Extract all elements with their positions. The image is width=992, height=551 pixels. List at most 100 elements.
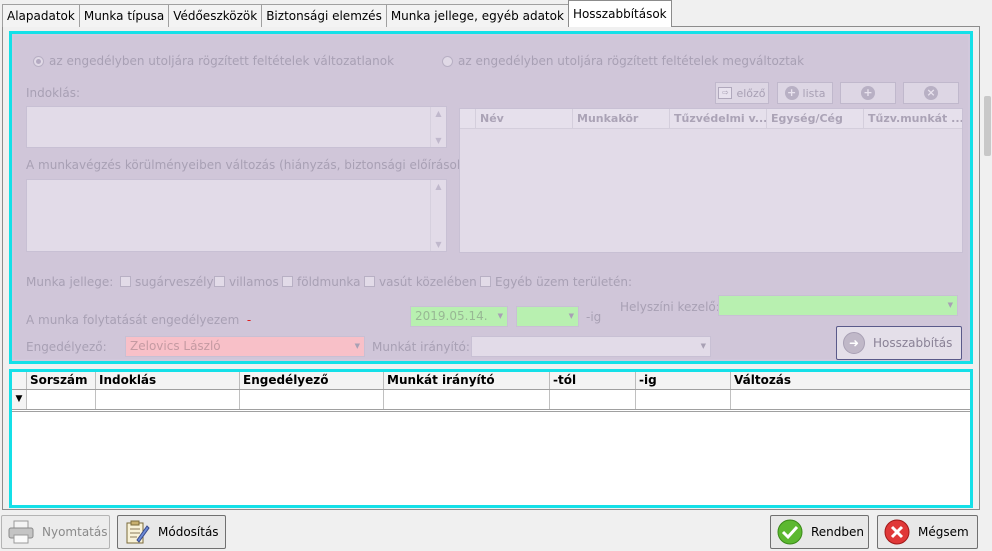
indoklas-textarea[interactable]: ▲ ▼ xyxy=(26,106,447,148)
filter-cell[interactable] xyxy=(550,390,636,409)
extensions-table-panel: Sorszám Indoklás Engedélyező Munkát irán… xyxy=(9,369,973,508)
list-button[interactable]: + lista xyxy=(777,82,833,104)
tab-strip: Alapadatok Munka típusa Védőeszközök Biz… xyxy=(0,0,992,27)
printer-icon xyxy=(8,519,34,545)
dropdown-arrow-icon[interactable]: ▼ xyxy=(701,337,706,356)
tab-hosszabbitasok[interactable]: Hosszabbítások xyxy=(567,0,672,27)
vertical-scrollbar[interactable] xyxy=(983,0,992,551)
wt-villamos[interactable]: villamos xyxy=(214,275,279,289)
helyszini-label: Helyszíni kezelő: xyxy=(620,300,720,314)
valtozas-scrollbar[interactable]: ▲ ▼ xyxy=(430,180,446,251)
filter-row[interactable]: ▼ xyxy=(12,390,970,412)
checkmark-icon xyxy=(777,519,803,545)
radio-unchanged-label: az engedélyben utoljára rögzített feltét… xyxy=(49,54,395,68)
cancel-icon xyxy=(884,519,910,545)
clipboard-edit-icon xyxy=(124,519,150,545)
tab-alapadatok[interactable]: Alapadatok xyxy=(2,4,80,27)
cancel-label: Mégsem xyxy=(918,525,969,539)
col-iranyito[interactable]: Munkát irányító xyxy=(384,372,550,389)
filter-cell[interactable] xyxy=(636,390,731,409)
print-label: Nyomtatás xyxy=(42,525,108,539)
extend-button[interactable]: ➜ Hosszabbítás xyxy=(836,326,962,360)
valtozas-label: A munkavégzés körülményeiben változás (h… xyxy=(26,158,473,172)
valtozas-textarea[interactable]: ▲ ▼ xyxy=(26,179,447,252)
tab-munka-jellege[interactable]: Munka jellege, egyéb adatok xyxy=(385,4,569,27)
date-from-field[interactable]: 2019.05.14. ▼ xyxy=(410,306,508,327)
folytatas-label: A munka folytatását engedélyezem - xyxy=(26,313,252,327)
extensions-table[interactable]: Sorszám Indoklás Engedélyező Munkát irán… xyxy=(12,372,970,412)
cancel-button[interactable]: Mégsem xyxy=(877,515,978,549)
engedelyezo-label: Engedélyező: xyxy=(26,340,107,354)
filter-cell[interactable] xyxy=(96,390,240,409)
filter-cell[interactable] xyxy=(240,390,384,409)
col-sorszam[interactable]: Sorszám xyxy=(27,372,96,389)
dropdown-arrow-icon[interactable]: ▼ xyxy=(498,307,503,326)
iranyito-label: Munkát irányító: xyxy=(372,340,470,354)
col-ig[interactable]: -ig xyxy=(636,372,731,389)
modify-label: Módosítás xyxy=(158,525,219,539)
engedelyezo-value: Zelovics László xyxy=(130,339,221,353)
delete-icon: × xyxy=(924,86,938,100)
previous-label: előző xyxy=(736,86,766,100)
checkbox[interactable] xyxy=(120,276,131,287)
extension-form-panel: az engedélyben utoljára rögzített feltét… xyxy=(9,31,973,364)
helyszini-combo[interactable]: ▼ xyxy=(718,295,958,316)
ok-label: Rendben xyxy=(811,525,865,539)
col-munkakor[interactable]: Munkakör xyxy=(573,109,670,128)
col-egyseg-ceg[interactable]: Egység/Cég xyxy=(767,109,864,128)
checkbox[interactable] xyxy=(364,276,375,287)
person-grid-header: Név Munkakör Tűzvédelmi v.... Egység/Cég… xyxy=(460,109,962,129)
list-label: lista xyxy=(802,86,826,100)
wt-sugarveszely[interactable]: sugárveszély xyxy=(120,275,214,289)
radio-changed[interactable] xyxy=(442,56,453,67)
col-indoklas[interactable]: Indoklás xyxy=(96,372,240,389)
col-nev[interactable]: Név xyxy=(476,109,573,128)
dropdown-arrow-icon[interactable]: ▼ xyxy=(569,307,574,326)
wt-egyeb[interactable]: Egyéb üzem területén: xyxy=(480,275,632,289)
time-field[interactable]: ▼ xyxy=(516,306,579,327)
print-button[interactable]: Nyomtatás xyxy=(1,515,110,549)
radio-unchanged[interactable] xyxy=(33,56,44,67)
iranyito-combo[interactable]: ▼ xyxy=(471,336,711,357)
previous-button[interactable]: ⇨ előző xyxy=(715,82,769,104)
filter-cell[interactable] xyxy=(731,390,970,409)
indoklas-scrollbar[interactable]: ▲ ▼ xyxy=(430,107,446,147)
filter-icon[interactable]: ▼ xyxy=(12,390,27,409)
col-tuzvedelmi[interactable]: Tűzvédelmi v.... xyxy=(670,109,767,128)
plus-icon: + xyxy=(784,86,799,100)
arrow-right-icon: ➜ xyxy=(843,332,865,354)
wt-vasut[interactable]: vasút közelében xyxy=(364,275,477,289)
checkbox[interactable] xyxy=(282,276,293,287)
extend-button-label: Hosszabbítás xyxy=(873,336,953,350)
filter-cell[interactable] xyxy=(384,390,550,409)
dropdown-arrow-icon[interactable]: ▼ xyxy=(948,296,953,315)
tab-biztonsagi-elemzes[interactable]: Biztonsági elemzés xyxy=(261,4,387,27)
person-grid[interactable]: Név Munkakör Tűzvédelmi v.... Egység/Cég… xyxy=(459,108,963,253)
wt-foldmunka[interactable]: földmunka xyxy=(282,275,361,289)
engedelyezo-combo[interactable]: Zelovics László ▼ xyxy=(125,336,365,357)
col-tuzv-munkat[interactable]: Tűzv.munkát ... xyxy=(864,109,962,128)
extensions-table-header: Sorszám Indoklás Engedélyező Munkát irán… xyxy=(12,372,970,390)
add-button[interactable]: + xyxy=(840,82,896,104)
date-from-value: 2019.05.14. xyxy=(415,309,488,323)
tab-munka-tipusa[interactable]: Munka típusa xyxy=(78,4,170,27)
add-icon: + xyxy=(861,86,875,100)
tab-vedoeszkozok[interactable]: Védőeszközök xyxy=(168,4,263,27)
indoklas-label: Indoklás: xyxy=(26,86,81,100)
dropdown-arrow-icon[interactable]: ▼ xyxy=(355,337,360,356)
delete-button[interactable]: × xyxy=(903,82,959,104)
scrollbar-thumb[interactable] xyxy=(984,96,991,156)
required-marker: - xyxy=(246,313,252,327)
checkbox[interactable] xyxy=(214,276,225,287)
munka-jellege-label: Munka jellege: xyxy=(26,275,114,289)
col-tol[interactable]: -tól xyxy=(550,372,636,389)
ig-label: -ig xyxy=(586,310,602,324)
filter-cell[interactable] xyxy=(27,390,96,409)
previous-icon: ⇨ xyxy=(718,87,733,99)
modify-button[interactable]: Módosítás xyxy=(117,515,226,549)
radio-changed-label: az engedélyben utoljára rögzített feltét… xyxy=(458,54,805,68)
col-valtozas[interactable]: Változás xyxy=(731,372,970,389)
checkbox[interactable] xyxy=(480,276,491,287)
col-engedelyezo[interactable]: Engedélyező xyxy=(240,372,384,389)
ok-button[interactable]: Rendben xyxy=(770,515,869,549)
